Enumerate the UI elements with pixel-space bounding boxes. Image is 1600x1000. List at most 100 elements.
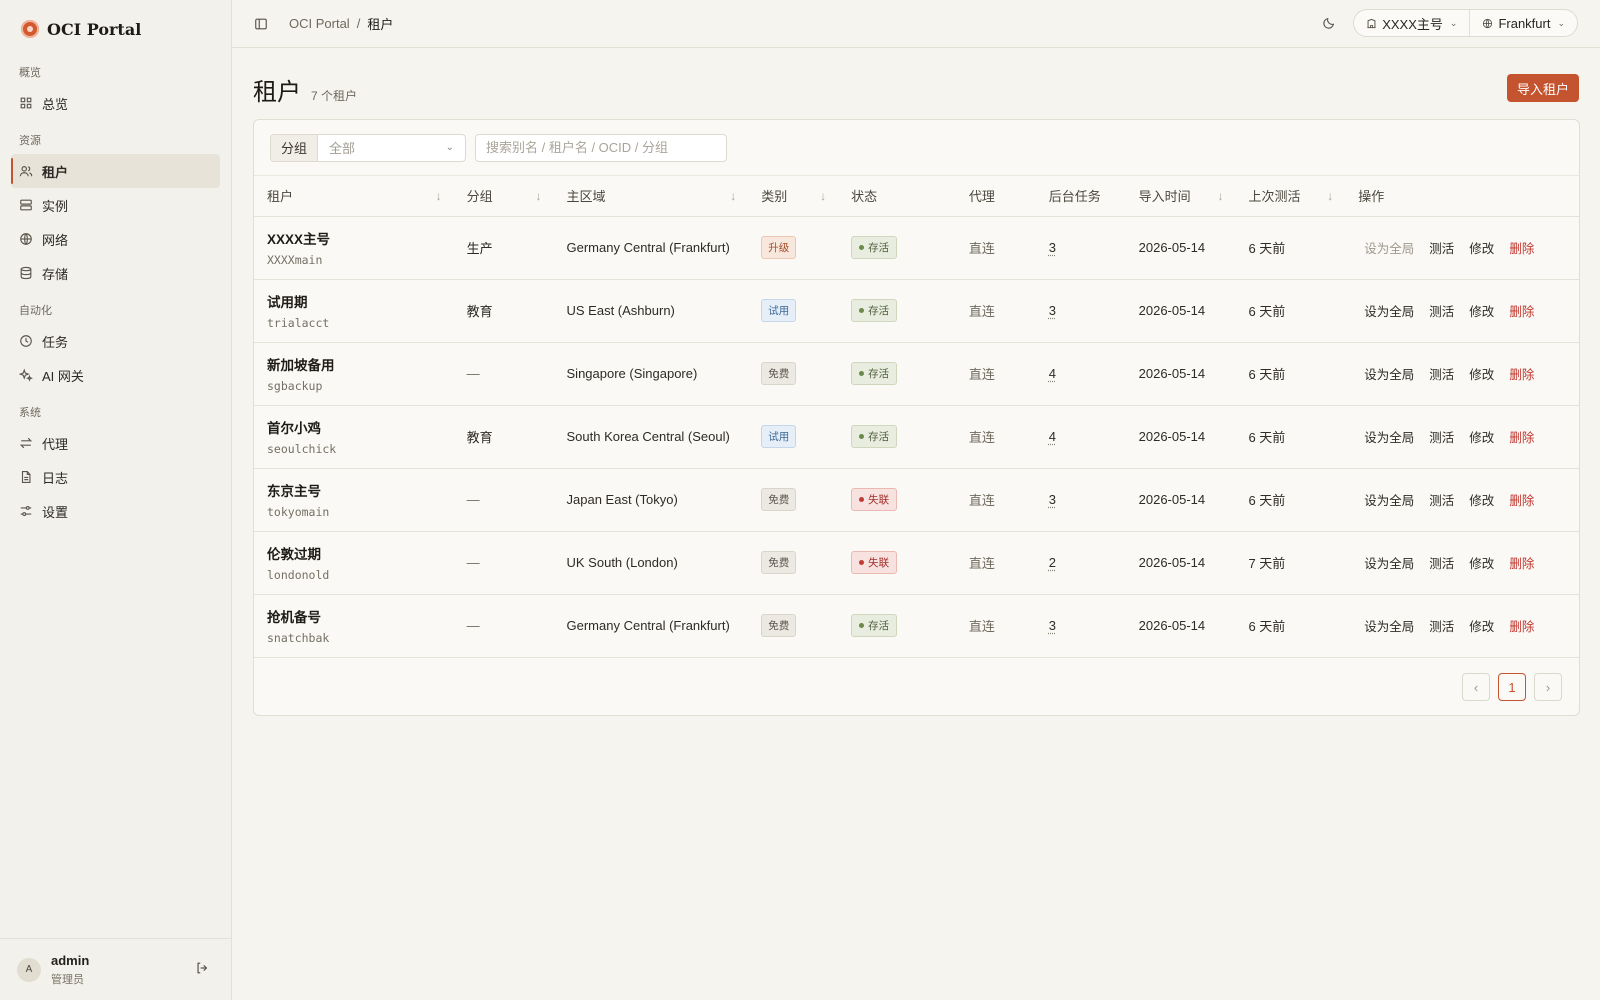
- set-global-button[interactable]: 设为全局: [1364, 616, 1414, 635]
- chevron-right-icon: ›: [1545, 679, 1551, 695]
- status-cell: 存活: [838, 279, 956, 343]
- edit-button[interactable]: 修改: [1469, 238, 1494, 257]
- sidebar-toggle-icon[interactable]: [254, 17, 268, 31]
- breadcrumb-current: 租户: [367, 17, 394, 32]
- sidebar-item-0-0[interactable]: 总览: [11, 86, 220, 120]
- test-button[interactable]: 测活: [1429, 553, 1454, 572]
- status-label: 失联: [868, 557, 890, 569]
- page-number-button[interactable]: 1: [1498, 673, 1526, 701]
- set-global-button[interactable]: 设为全局: [1364, 364, 1414, 383]
- sidebar-item-2-1[interactable]: AI 网关: [11, 358, 220, 392]
- region-cell: Japan East (Tokyo): [553, 468, 749, 532]
- tasks-cell: 3: [1035, 216, 1126, 280]
- delete-button[interactable]: 删除: [1509, 490, 1534, 509]
- column-header-label: 导入时间: [1138, 189, 1191, 205]
- sidebar-item-3-2[interactable]: 设置: [11, 494, 220, 528]
- sidebar-item-2-0[interactable]: 任务: [11, 324, 220, 358]
- row-actions: 设为全局 测活 修改 删除: [1364, 301, 1579, 320]
- column-header[interactable]: 分组 ↓: [453, 176, 554, 217]
- tenant-switcher[interactable]: XXXX主号 ⌄: [1354, 10, 1469, 36]
- group-cell: —: [453, 594, 554, 658]
- column-header[interactable]: 上次测活 ↓: [1235, 176, 1346, 217]
- import-tenant-button[interactable]: 导入租户: [1506, 74, 1579, 102]
- test-button[interactable]: 测活: [1429, 364, 1454, 383]
- chevron-down-icon: ⌄: [1449, 17, 1458, 28]
- sidebar-item-1-2[interactable]: 网络: [11, 222, 220, 256]
- status-dot-icon: [859, 245, 865, 250]
- edit-button[interactable]: 修改: [1469, 301, 1494, 320]
- tenant-cell: XXXX主号 XXXXmain: [254, 216, 454, 280]
- search-input[interactable]: [475, 133, 727, 162]
- proxy-cell: 直连: [955, 216, 1036, 280]
- actions-cell: 设为全局 测活 修改 删除: [1345, 531, 1579, 595]
- delete-button[interactable]: 删除: [1509, 301, 1534, 320]
- tenant-id: snatchbak: [267, 631, 330, 645]
- task-count-link[interactable]: 3: [1049, 303, 1056, 318]
- sort-arrow-icon[interactable]: ↓: [730, 189, 736, 203]
- import-date: 2026-05-14: [1138, 303, 1206, 318]
- last-check-cell: 6 天前: [1235, 279, 1346, 343]
- sort-arrow-icon[interactable]: ↓: [536, 189, 542, 203]
- set-global-button[interactable]: 设为全局: [1364, 490, 1414, 509]
- sidebar-item-1-1[interactable]: 实例: [11, 188, 220, 222]
- sidebar-item-1-0[interactable]: 租户: [11, 154, 220, 188]
- sidebar-item-1-3[interactable]: 存储: [11, 256, 220, 290]
- column-header[interactable]: 主区域 ↓: [553, 176, 749, 217]
- test-button[interactable]: 测活: [1429, 238, 1454, 257]
- group-filter-select[interactable]: 全部 ⌄: [318, 135, 465, 161]
- sidebar-item-3-0[interactable]: 代理: [11, 426, 220, 460]
- task-count-link[interactable]: 4: [1049, 429, 1056, 444]
- tasks-cell: 3: [1035, 594, 1126, 658]
- filter-bar: 分组 全部 ⌄: [254, 120, 1579, 176]
- sort-arrow-icon[interactable]: ↓: [820, 189, 826, 203]
- test-button[interactable]: 测活: [1429, 301, 1454, 320]
- task-count-link[interactable]: 2: [1049, 555, 1056, 570]
- delete-button[interactable]: 删除: [1509, 238, 1534, 257]
- tasks-cell: 4: [1035, 342, 1126, 406]
- edit-button[interactable]: 修改: [1469, 364, 1494, 383]
- delete-button[interactable]: 删除: [1509, 427, 1534, 446]
- sort-arrow-icon[interactable]: ↓: [1327, 189, 1333, 203]
- moon-icon[interactable]: [1315, 9, 1343, 37]
- type-badge: 试用: [761, 425, 797, 448]
- set-global-button[interactable]: 设为全局: [1364, 553, 1414, 572]
- region-switcher[interactable]: Frankfurt ⌄: [1469, 10, 1577, 36]
- test-button[interactable]: 测活: [1429, 490, 1454, 509]
- logout-icon[interactable]: [195, 961, 209, 975]
- delete-button[interactable]: 删除: [1509, 553, 1534, 572]
- group-filter[interactable]: 分组 全部 ⌄: [270, 133, 466, 162]
- task-count-link[interactable]: 3: [1049, 240, 1056, 255]
- edit-button[interactable]: 修改: [1469, 616, 1494, 635]
- sidebar-item-3-1[interactable]: 日志: [11, 460, 220, 494]
- task-count-link[interactable]: 3: [1049, 492, 1056, 507]
- edit-button[interactable]: 修改: [1469, 553, 1494, 572]
- import-date: 2026-05-14: [1138, 618, 1206, 633]
- edit-button[interactable]: 修改: [1469, 490, 1494, 509]
- set-global-button[interactable]: 设为全局: [1364, 427, 1414, 446]
- brand[interactable]: OCI Portal: [0, 0, 231, 58]
- tenant-name: 东京主号: [267, 484, 321, 499]
- test-button[interactable]: 测活: [1429, 427, 1454, 446]
- database-icon: [19, 266, 33, 280]
- arrows-icon: [19, 436, 33, 450]
- delete-button[interactable]: 删除: [1509, 364, 1534, 383]
- sort-arrow-icon[interactable]: ↓: [1217, 189, 1223, 203]
- type-badge: 试用: [761, 299, 797, 322]
- column-header[interactable]: 租户 ↓: [254, 176, 454, 217]
- edit-button[interactable]: 修改: [1469, 427, 1494, 446]
- last-check-cell: 6 天前: [1235, 342, 1346, 406]
- delete-button[interactable]: 删除: [1509, 616, 1534, 635]
- set-global-button[interactable]: 设为全局: [1364, 301, 1414, 320]
- column-header[interactable]: 导入时间 ↓: [1125, 176, 1236, 217]
- task-count-link[interactable]: 4: [1049, 366, 1056, 381]
- task-count-link[interactable]: 3: [1049, 618, 1056, 633]
- table-row: 试用期 trialacct 教育 US East (Ashburn) 试用 存活 直连 3 20…: [254, 279, 1579, 343]
- column-header[interactable]: 类别 ↓: [748, 176, 839, 217]
- prev-page-button[interactable]: ‹: [1462, 673, 1490, 701]
- next-page-button[interactable]: ›: [1534, 673, 1562, 701]
- sort-arrow-icon[interactable]: ↓: [436, 189, 442, 203]
- tenant-table: 租户 ↓ 分组 ↓ 主区域 ↓ 类别 ↓ 状态 代理 后台任务 导入时间 ↓ 上次测活 ↓ 操作 XXXX主号…: [254, 176, 1579, 658]
- breadcrumb-root[interactable]: OCI Portal: [289, 16, 350, 31]
- test-button[interactable]: 测活: [1429, 616, 1454, 635]
- tenant-name: 抢机备号: [267, 610, 321, 625]
